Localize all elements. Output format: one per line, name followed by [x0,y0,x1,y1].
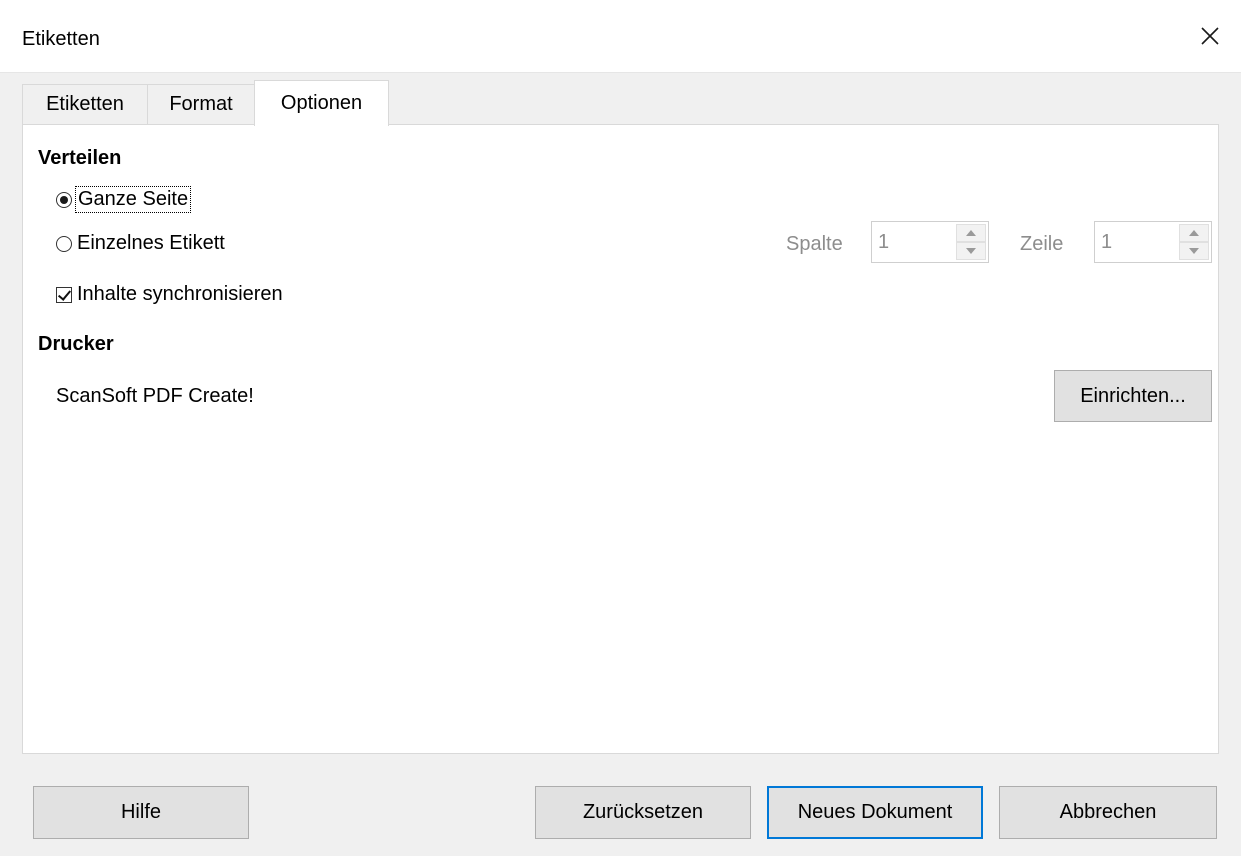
distribute-heading: Verteilen [38,147,122,169]
column-label: Spalte [786,233,843,255]
new-document-button[interactable]: Neues Dokument [767,786,983,839]
radio-selected-icon[interactable] [56,191,72,208]
tab-label: Optionen [280,92,363,114]
row-increment-button[interactable] [1179,224,1209,242]
column-value: 1 [878,231,890,253]
tab-optionen[interactable]: Optionen [254,80,389,126]
reset-button-label: Zurücksetzen [582,801,704,823]
tab-format[interactable]: Format [147,84,255,124]
radio-whole-page[interactable]: Ganze Seite [56,186,192,213]
reset-button[interactable]: Zurücksetzen [535,786,751,839]
column-spin-buttons [956,224,986,260]
tab-label: Format [169,93,233,115]
help-button[interactable]: Hilfe [33,786,249,839]
column-spinner[interactable]: 1 [871,221,989,263]
column-decrement-button[interactable] [956,242,986,260]
row-spin-buttons [1179,224,1209,260]
close-icon [1201,27,1219,45]
options-panel: Verteilen Ganze Seite Einzelnes Etikett … [22,124,1219,754]
setup-button[interactable]: Einrichten... [1054,370,1212,422]
window-title: Etiketten [22,28,100,50]
row-value: 1 [1101,231,1113,253]
row-decrement-button[interactable] [1179,242,1209,260]
row-spinner[interactable]: 1 [1094,221,1212,263]
chevron-down-icon [1189,248,1199,254]
row-label: Zeile [1020,233,1064,255]
cancel-button[interactable]: Abbrechen [999,786,1217,839]
column-increment-button[interactable] [956,224,986,242]
printer-name: ScanSoft PDF Create! [56,385,254,407]
chevron-up-icon [966,230,976,236]
sync-checkbox-label: Inhalte synchronisieren [77,283,283,305]
new-document-button-label: Neues Dokument [797,801,953,823]
radio-single-label[interactable]: Einzelnes Etikett [56,232,225,255]
tab-etiketten[interactable]: Etiketten [22,84,148,124]
title-bar: Etiketten [0,0,1241,73]
help-button-label: Hilfe [120,801,161,823]
radio-whole-page-label: Ganze Seite [74,186,192,213]
radio-single-label-label: Einzelnes Etikett [77,232,225,254]
radio-unselected-icon[interactable] [56,235,72,252]
tab-label: Etiketten [46,93,124,115]
printer-heading: Drucker [38,333,114,355]
cancel-button-label: Abbrechen [1059,801,1157,823]
sync-checkbox-row[interactable]: Inhalte synchronisieren [56,283,283,306]
sync-checkbox[interactable] [56,286,72,303]
chevron-up-icon [1189,230,1199,236]
chevron-down-icon [966,248,976,254]
close-button[interactable] [1179,0,1241,72]
setup-button-label: Einrichten... [1080,384,1186,407]
